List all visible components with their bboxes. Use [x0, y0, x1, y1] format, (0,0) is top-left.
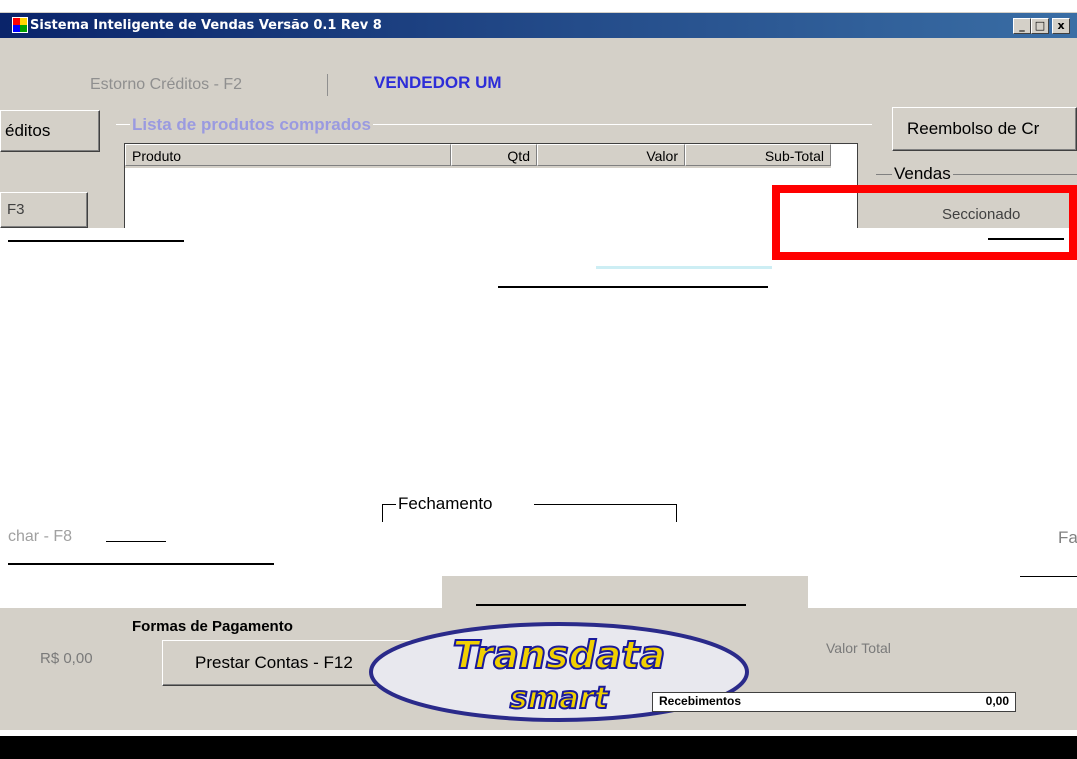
recebimentos-label: Recebimentos	[659, 694, 742, 708]
window-title: Sistema Inteligente de Vendas Versão 0.1…	[30, 18, 382, 33]
valor-field: R$ 0,00	[40, 650, 93, 667]
list-header: Produto Qtd Valor Sub-Total	[125, 144, 831, 168]
svg-text:Transdata: Transdata	[453, 633, 665, 677]
fechamento-border	[534, 504, 676, 505]
line-fragment	[8, 563, 274, 565]
seccionado-label[interactable]: Seccionado	[942, 206, 1020, 223]
line-fragment	[1020, 576, 1077, 577]
fechamento-border	[382, 504, 383, 522]
column-header-subtotal[interactable]: Sub-Total	[685, 144, 831, 166]
blank-area	[0, 228, 1077, 488]
minimize-button[interactable]: _	[1013, 18, 1031, 34]
highlight-box	[772, 185, 1077, 260]
title-bar: Sistema Inteligente de Vendas Versão 0.1…	[0, 12, 1077, 39]
maximize-button[interactable]: □	[1031, 18, 1049, 34]
reembolso-button[interactable]: Reembolso de Cr	[892, 107, 1077, 151]
creditos-button[interactable]: éditos	[0, 110, 100, 152]
line-fragment	[498, 286, 768, 288]
estorno-creditos-label[interactable]: Estorno Créditos - F2	[90, 76, 242, 94]
recebimentos-value: 0,00	[985, 694, 1009, 708]
recebimentos-field: Recebimentos 0,00	[652, 692, 1016, 712]
valor-total-label: Valor Total	[826, 640, 891, 656]
close-button[interactable]: x	[1052, 18, 1070, 34]
fechar-button[interactable]: char - F8	[8, 528, 72, 546]
line-fragment	[988, 238, 1064, 240]
column-header-produto[interactable]: Produto	[125, 144, 451, 166]
formas-pagamento-title: Formas de Pagamento	[132, 618, 293, 635]
separator	[327, 74, 328, 96]
line-fragment	[106, 541, 166, 542]
line-fragment	[476, 604, 746, 606]
fechamento-border	[382, 504, 396, 505]
vendedor-label: VENDEDOR UM	[374, 73, 502, 92]
fechamento-border	[676, 504, 677, 522]
f3-button[interactable]: F3	[0, 192, 88, 228]
fa-button[interactable]: Fa	[1058, 528, 1077, 548]
svg-text:smart: smart	[510, 681, 610, 716]
line-fragment	[596, 266, 772, 269]
app-icon	[12, 17, 28, 33]
line-fragment	[8, 240, 184, 242]
vendas-group-title: Vendas	[892, 164, 953, 184]
column-header-qtd[interactable]: Qtd	[451, 144, 537, 166]
bottom-bar	[0, 736, 1077, 759]
fechamento-title: Fechamento	[396, 494, 495, 514]
products-group-title: Lista de produtos comprados	[130, 115, 373, 135]
column-header-valor[interactable]: Valor	[537, 144, 685, 166]
